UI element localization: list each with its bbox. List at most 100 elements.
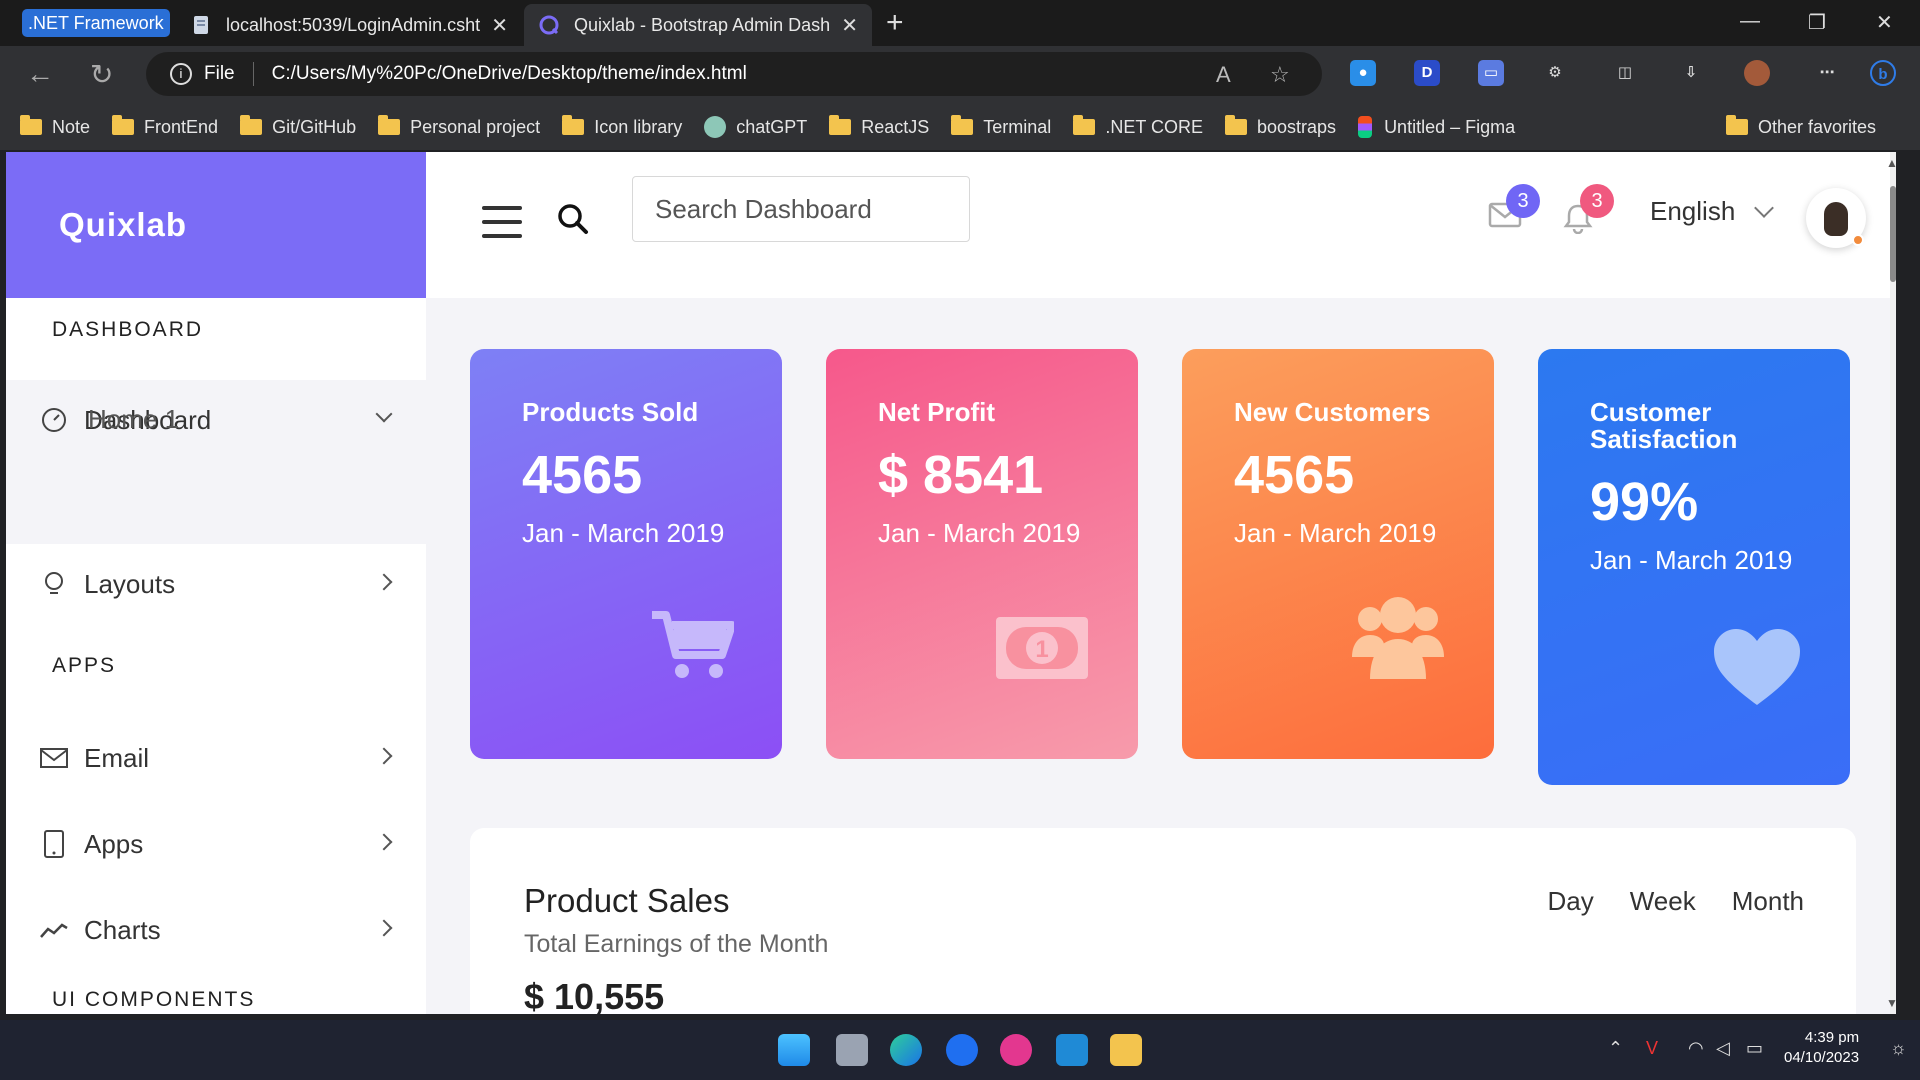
scroll-up-icon[interactable]: ▲ — [1886, 156, 1896, 170]
app-icon[interactable] — [1000, 1034, 1032, 1066]
section-title-dashboard: DASHBOARD — [52, 318, 204, 341]
brand-logo-area[interactable]: Quixlab — [6, 152, 426, 298]
scroll-down-icon[interactable]: ▼ — [1886, 996, 1896, 1010]
volume-icon[interactable]: ◁ — [1716, 1038, 1730, 1059]
restore-icon[interactable]: ❐ — [1808, 10, 1826, 35]
card-period: Jan - March 2019 — [522, 518, 725, 548]
bookmarks-bar: Note FrontEnd Git/GitHub Personal projec… — [0, 104, 1920, 150]
bookmark-terminal[interactable]: Terminal — [951, 115, 1051, 138]
bookmark-icon-library[interactable]: Icon library — [562, 115, 682, 138]
split-screen-icon[interactable]: ◫ — [1612, 60, 1638, 86]
folder-icon — [112, 115, 135, 135]
dropper-extension-icon[interactable]: ● — [1350, 60, 1376, 86]
url-text[interactable]: C:/Users/My%20Pc/OneDrive/Desktop/theme/… — [272, 63, 747, 85]
bookmark-label: boostraps — [1257, 116, 1337, 137]
language-selector[interactable]: English — [1650, 196, 1775, 227]
tab-login-admin[interactable]: localhost:5039/LoginAdmin.cshtml ✕ — [176, 4, 522, 46]
bing-icon[interactable]: b — [1870, 60, 1896, 86]
bookmark-label: Untitled – Figma — [1384, 116, 1516, 137]
address-bar[interactable]: i File C:/Users/My%20Pc/OneDrive/Desktop… — [146, 52, 1322, 96]
read-aloud-icon[interactable]: A — [1216, 62, 1231, 88]
card-value: $ 8541 — [878, 445, 1044, 505]
folder-icon — [562, 115, 585, 135]
bookmark-figma[interactable]: Untitled – Figma — [1358, 116, 1515, 138]
search-input[interactable] — [632, 176, 970, 242]
edge-icon[interactable] — [890, 1034, 922, 1066]
close-tab-icon[interactable]: ✕ — [841, 13, 858, 38]
notification-button[interactable]: 3 — [1562, 184, 1614, 239]
antivirus-icon[interactable]: V — [1646, 1038, 1658, 1059]
bookmark-reactjs[interactable]: ReactJS — [829, 115, 930, 138]
download-icon[interactable]: ⇩ — [1678, 60, 1704, 86]
page-scrollbar[interactable]: ▲ ▼ — [1886, 152, 1896, 1014]
tab-quixlab[interactable]: Quixlab - Bootstrap Admin Dashboard ✕ — [524, 4, 872, 46]
info-icon[interactable]: i — [170, 63, 192, 85]
sidebar-item-email[interactable]: Email — [6, 718, 426, 798]
bookmark-personal-project[interactable]: Personal project — [378, 115, 540, 138]
bookmark-chatgpt[interactable]: chatGPT — [704, 116, 807, 138]
sidebar: DASHBOARD Dashboard Home 1 Layouts APPS … — [6, 298, 426, 1014]
card-title: Customer Satisfaction — [1590, 397, 1738, 454]
extensions-icon[interactable]: ⚙ — [1542, 60, 1568, 86]
bookmark-frontend[interactable]: FrontEnd — [112, 115, 218, 138]
mail-button[interactable]: 3 — [1488, 184, 1540, 233]
clock[interactable]: 4:39 pm 04/10/2023 — [1784, 1028, 1859, 1068]
file-explorer-icon[interactable] — [1110, 1034, 1142, 1066]
scroll-thumb[interactable] — [1890, 186, 1896, 282]
profile-avatar-icon[interactable] — [1744, 60, 1770, 86]
bookmark-note[interactable]: Note — [20, 115, 90, 138]
favorite-star-icon[interactable]: ☆ — [1270, 62, 1290, 88]
new-tab-icon[interactable]: + — [886, 6, 904, 40]
close-window-icon[interactable]: ✕ — [1876, 10, 1893, 35]
sidebar-item-layouts[interactable]: Layouts — [6, 544, 426, 624]
start-icon[interactable] — [778, 1034, 810, 1066]
brand-logo: Quixlab — [59, 206, 188, 243]
window-extension-icon[interactable]: ▭ — [1478, 60, 1504, 86]
tab-week[interactable]: Week — [1630, 886, 1696, 917]
sidebar-subitem-home1[interactable]: Home 1 — [88, 404, 179, 435]
money-icon: 1 — [996, 617, 1088, 679]
d-extension-icon[interactable]: D — [1414, 60, 1440, 86]
section-title-ui-components: UI COMPONENTS — [52, 988, 256, 1011]
chatgpt-icon — [704, 116, 727, 138]
bookmark-boostraps[interactable]: boostraps — [1225, 115, 1337, 138]
chevron-up-icon[interactable]: ⌃ — [1608, 1038, 1623, 1059]
chevron-down-icon — [1754, 197, 1775, 218]
back-icon[interactable]: ← — [26, 58, 54, 90]
tab-month[interactable]: Month — [1732, 886, 1804, 917]
card-value: 4565 — [1234, 445, 1355, 505]
zalo-icon[interactable] — [946, 1034, 978, 1066]
tab-group-chip[interactable]: .NET Framework — [22, 9, 170, 37]
reload-icon[interactable]: ↻ — [90, 58, 113, 91]
wifi-icon[interactable]: ◠ — [1688, 1038, 1704, 1059]
tab-day[interactable]: Day — [1547, 886, 1593, 917]
browser-toolbar: ← ↻ i File C:/Users/My%20Pc/OneDrive/Des… — [0, 46, 1920, 104]
sidebar-item-label: Layouts — [84, 568, 176, 599]
search-icon[interactable] — [556, 202, 590, 236]
sidebar-item-apps[interactable]: Apps — [6, 804, 426, 884]
notification-center-icon[interactable]: ☼ — [1890, 1038, 1907, 1059]
folder-icon — [1725, 115, 1748, 135]
mail-count-badge: 3 — [1506, 184, 1540, 218]
card-title: Net Profit — [878, 397, 995, 427]
bookmark-other-favorites[interactable]: Other favorites — [1725, 115, 1876, 138]
close-tab-icon[interactable]: ✕ — [491, 13, 508, 38]
more-icon[interactable]: ⋯ — [1814, 60, 1840, 86]
folder-icon — [240, 115, 263, 135]
tablet-icon — [40, 830, 68, 858]
sidebar-item-dashboard[interactable]: Dashboard — [6, 380, 426, 460]
folder-icon — [951, 115, 974, 135]
bookmark-label: ReactJS — [861, 116, 930, 137]
task-view-icon[interactable] — [836, 1034, 868, 1066]
page-viewport: Quixlab 3 3 English DASHBOARD Dashboard … — [6, 152, 1896, 1014]
vscode-icon[interactable] — [1056, 1034, 1088, 1066]
cart-icon — [652, 611, 734, 678]
bookmark-net-core[interactable]: .NET CORE — [1073, 115, 1203, 138]
sidebar-item-charts[interactable]: Charts — [6, 890, 426, 970]
bookmark-git[interactable]: Git/GitHub — [240, 115, 356, 138]
status-dot — [1852, 234, 1864, 246]
menu-toggle-icon[interactable] — [482, 206, 522, 238]
section-title-apps: APPS — [52, 654, 117, 677]
minimize-icon[interactable]: — — [1740, 10, 1760, 33]
battery-icon[interactable]: ▭ — [1746, 1038, 1763, 1059]
